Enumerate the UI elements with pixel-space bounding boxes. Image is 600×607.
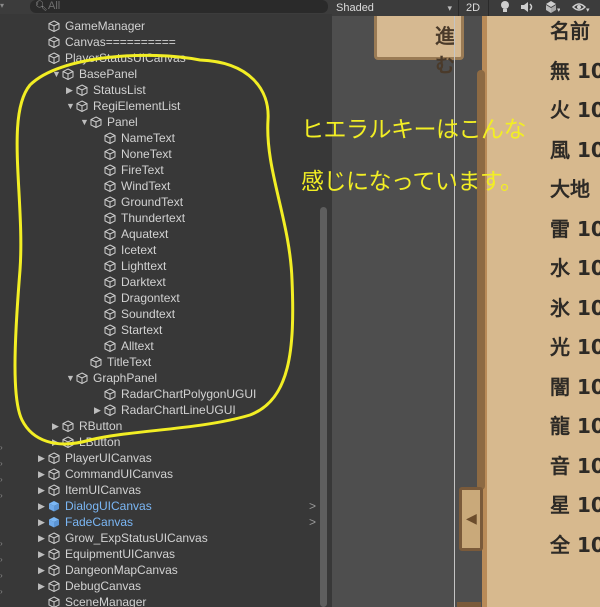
annotation-outline (13, 53, 295, 446)
annotation-line-2: 感じになっています。 (301, 169, 523, 195)
annotation-line-1: ヒエラルキーはこんな (301, 117, 527, 143)
